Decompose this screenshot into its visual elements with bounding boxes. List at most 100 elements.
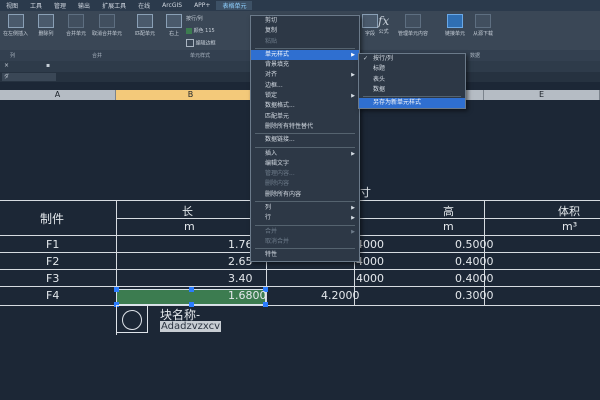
submenu-item[interactable]: 表头 (359, 75, 465, 85)
menubar-item[interactable]: 在线 (132, 1, 156, 10)
formula-button[interactable]: fx 公式 (378, 14, 389, 35)
submenu-arrow-icon: ▶ (351, 228, 355, 235)
submenu-arrow-icon: ▶ (351, 205, 355, 212)
submenu-arrow-icon: ▶ (351, 51, 355, 58)
menubar-item[interactable]: 表格单元 (216, 1, 253, 10)
grip-handle[interactable] (189, 287, 194, 292)
menubar-item[interactable]: 视图 (0, 1, 24, 10)
context-menu-item-label: 特性 (265, 251, 278, 259)
context-menu-item[interactable]: 匹配单元 (251, 112, 359, 122)
download-from-source-button[interactable]: 从源下载 (473, 14, 493, 37)
context-menu-item[interactable]: 删除内容 (251, 179, 359, 189)
context-menu-item-label: 边框... (265, 81, 283, 89)
row-f4-length[interactable]: 1.6800 (228, 289, 267, 302)
insert-left-button[interactable]: 在左侧插入 (3, 14, 28, 37)
row-f2-length[interactable]: 2.65 (228, 255, 253, 268)
submenu-item-label: 按行/列 (373, 55, 394, 62)
context-menu-item[interactable]: 列 ▶ (251, 203, 359, 213)
context-menu-item-label: 对齐 (265, 71, 278, 79)
match-cell-button[interactable]: 匹配单元 (135, 14, 155, 37)
menubar-item[interactable]: 输出 (72, 1, 96, 10)
context-menu-item[interactable]: 粘贴 (251, 37, 359, 47)
unmerge-icon (99, 14, 115, 28)
submenu-arrow-icon: ▶ (351, 72, 355, 79)
context-menu-item[interactable]: 数据链接... (251, 135, 359, 145)
menubar-item[interactable]: 管理 (48, 1, 72, 10)
block-name-value[interactable]: Adadzvzxcv (160, 321, 222, 332)
link-cell-button[interactable]: 链接单元 (445, 14, 465, 37)
row-f3-c[interactable]: 4000 (356, 272, 384, 285)
border-icon (186, 39, 194, 47)
column-header-e[interactable]: E (484, 90, 600, 100)
menu-separator (255, 224, 355, 226)
context-menu-item[interactable]: 插入 ▶ (251, 149, 359, 159)
context-menu-item-label: 匹配单元 (265, 112, 290, 120)
row-name-f2[interactable]: F2 (46, 255, 59, 268)
match-cell-icon (137, 14, 153, 28)
menu-bar: 视图 工具 管理 输出 扩展工具 在线 ArcGIS APP+ 表格单元 (0, 0, 600, 11)
merge-cells-button[interactable]: 合并单元 (66, 14, 86, 37)
column-header-a[interactable]: A (0, 90, 116, 100)
grip-handle[interactable] (114, 287, 119, 292)
file-tab-icon[interactable]: ▪ (46, 62, 50, 69)
context-menu-item[interactable]: 合并 ▶ (251, 227, 359, 237)
cell-style-dropdown[interactable]: 按行/列 (186, 15, 203, 22)
submenu-item[interactable]: 另存为新单元样式 (359, 98, 465, 109)
context-menu-item[interactable]: 取消合并 (251, 237, 359, 247)
row-name-f3[interactable]: F3 (46, 272, 59, 285)
grid-line (0, 305, 600, 306)
field-button[interactable]: 字段 (362, 14, 378, 37)
context-menu-item-label: 插入 (265, 149, 278, 157)
row-f1-length[interactable]: 1.76 (228, 238, 253, 251)
context-menu-item[interactable]: 单元样式 ▶ (251, 49, 359, 61)
edit-border-button[interactable]: 编辑边框 (186, 39, 216, 47)
context-menu-item-label: 合并 (265, 227, 278, 235)
context-menu-item[interactable]: 对齐 ▶ (251, 70, 359, 80)
grip-handle[interactable] (263, 302, 268, 307)
align-top-right-button[interactable]: 右上 (166, 14, 182, 37)
menubar-item[interactable]: ArcGIS (156, 2, 188, 9)
delete-column-button[interactable]: 删除列 (38, 14, 54, 37)
context-menu-item[interactable]: 删除所有特性替代 (251, 122, 359, 132)
insert-column-icon (7, 14, 24, 28)
context-menu-item[interactable]: 行 ▶ (251, 213, 359, 223)
row-f4-c[interactable]: 4.2000 (321, 289, 360, 302)
submenu-item[interactable]: 标题 (359, 64, 465, 74)
context-menu-item[interactable]: 边框... (251, 81, 359, 91)
menu-separator (255, 201, 355, 203)
context-menu-item[interactable]: 数据格式... (251, 101, 359, 111)
unmerge-cells-button[interactable]: 取消合并单元 (92, 14, 122, 37)
context-menu-item[interactable]: 锁定 ▶ (251, 91, 359, 101)
menubar-item[interactable]: 工具 (24, 1, 48, 10)
submenu-item[interactable]: 数据 (359, 85, 465, 95)
close-icon[interactable]: × (4, 62, 9, 69)
fx-icon: fx (378, 14, 390, 28)
submenu-item[interactable]: 按行/列 ✓ (359, 54, 465, 64)
context-menu-item[interactable]: 编辑文字 (251, 159, 359, 169)
manage-cell-content-button[interactable]: 管理单元内容 (398, 14, 428, 37)
fill-color-dropdown[interactable]: 颜色 115 (186, 27, 215, 34)
menubar-item[interactable]: APP+ (188, 2, 216, 9)
column-header-b[interactable]: B (116, 90, 266, 100)
row-f2-c[interactable]: 4000 (356, 255, 384, 268)
context-menu-item-label: 行 (265, 214, 272, 222)
row-name-f4[interactable]: F4 (46, 289, 59, 302)
context-menu-item-label: 删除所有特性替代 (265, 122, 314, 130)
row-f3-height[interactable]: 0.4000 (455, 272, 494, 285)
row-f3-length[interactable]: 3.40 (228, 272, 253, 285)
row-f1-height[interactable]: 0.5000 (455, 238, 494, 251)
field-icon (362, 14, 378, 28)
context-menu-item[interactable]: 复制 (251, 26, 359, 36)
context-menu-item[interactable]: 管理内容... (251, 169, 359, 179)
row-f4-height[interactable]: 0.3000 (455, 289, 494, 302)
context-menu-item[interactable]: 特性 (251, 250, 359, 260)
row-f1-c[interactable]: 4000 (356, 238, 384, 251)
drawing-tab[interactable]: ダ (2, 73, 56, 81)
unit-length: m (184, 220, 195, 233)
row-f2-height[interactable]: 0.4000 (455, 255, 494, 268)
context-menu-item[interactable]: 背景填充 (251, 60, 359, 70)
row-name-f1[interactable]: F1 (46, 238, 59, 251)
menubar-item[interactable]: 扩展工具 (96, 1, 132, 10)
context-menu-item[interactable]: 删除所有内容 (251, 190, 359, 200)
context-menu-item[interactable]: 剪切 (251, 16, 359, 26)
